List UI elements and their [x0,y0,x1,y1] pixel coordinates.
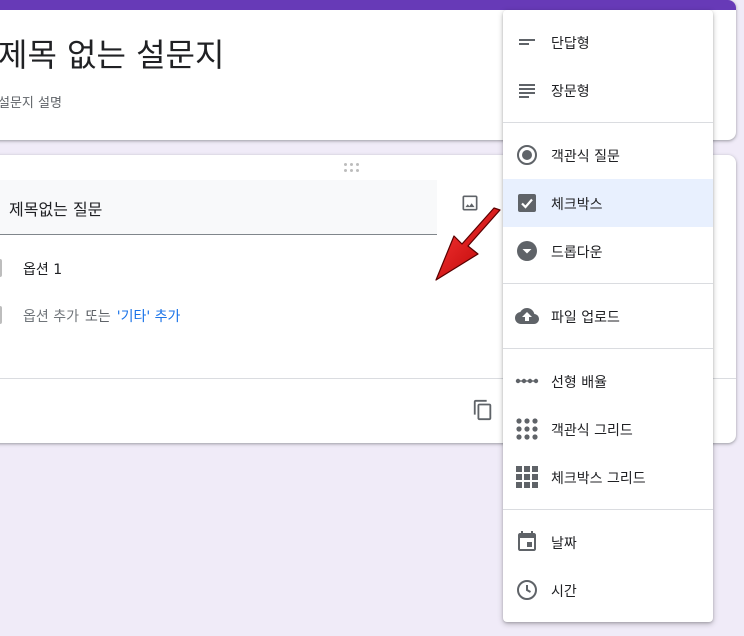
menu-item-paragraph[interactable]: 장문형 [503,66,713,114]
calendar-icon [518,531,536,551]
menu-item-time[interactable]: 시간 [503,566,713,614]
add-option-link[interactable]: 옵션 추가 [23,309,79,325]
or-text: 또는 [84,309,111,325]
form-description[interactable]: 설문지 설명 [0,92,62,111]
option-label[interactable]: 옵션 1 [23,259,62,279]
menu-item-file-upload[interactable]: 파일 업로드 [503,292,713,340]
red-arrow-annotation [428,206,504,286]
add-other-link[interactable]: '기타' 추가 [117,309,181,325]
menu-item-multiple-choice[interactable]: 객관식 질문 [503,131,713,179]
checkbox-grid-icon [516,466,538,488]
menu-divider [503,283,713,284]
title-card-accent-bar [0,0,736,10]
menu-item-label: 시간 [551,584,577,600]
menu-divider [503,122,713,123]
question-type-menu: 단답형 장문형 객관식 질문 체크박스 드롭다운 파일 업로드 선형 배율 객관… [503,10,713,622]
question-title: 제목없는 질문 [9,200,103,219]
menu-item-label: 객관식 질문 [551,149,620,165]
paragraph-icon [519,84,535,98]
clock-icon [517,580,537,600]
menu-item-checkbox[interactable]: 체크박스 [503,179,713,227]
question-title-field[interactable]: 제목없는 질문 [0,180,437,235]
option-checkbox [0,259,2,277]
short-answer-icon [519,39,535,45]
menu-item-label: 객관식 그리드 [551,423,633,439]
menu-item-date[interactable]: 날짜 [503,518,713,566]
dot-grid-icon [516,418,538,440]
menu-item-label: 단답형 [551,36,590,52]
option-checkbox [0,306,2,324]
menu-item-label: 드롭다운 [551,245,603,261]
linear-scale-icon [515,378,539,384]
menu-item-linear-scale[interactable]: 선형 배율 [503,357,713,405]
menu-item-label: 장문형 [551,84,590,100]
drag-handle-icon[interactable] [344,163,360,173]
menu-item-short-answer[interactable]: 단답형 [503,18,713,66]
menu-divider [503,509,713,510]
radio-button-icon [517,145,537,165]
menu-item-label: 날짜 [551,536,577,552]
menu-divider [503,348,713,349]
menu-item-label: 체크박스 그리드 [551,471,646,487]
form-title[interactable]: 제목 없는 설문지 [0,30,224,76]
menu-item-label: 체크박스 [551,197,603,213]
menu-item-multiple-choice-grid[interactable]: 객관식 그리드 [503,405,713,453]
menu-item-checkbox-grid[interactable]: 체크박스 그리드 [503,453,713,501]
checkbox-icon [518,194,536,212]
cloud-upload-icon [515,308,539,324]
menu-item-label: 선형 배율 [551,375,607,391]
menu-item-label: 파일 업로드 [551,310,620,326]
duplicate-icon[interactable] [472,399,494,421]
add-option-line: 옵션 추가 또는 '기타' 추가 [23,306,180,326]
dropdown-icon [517,241,537,261]
menu-item-dropdown[interactable]: 드롭다운 [503,227,713,275]
